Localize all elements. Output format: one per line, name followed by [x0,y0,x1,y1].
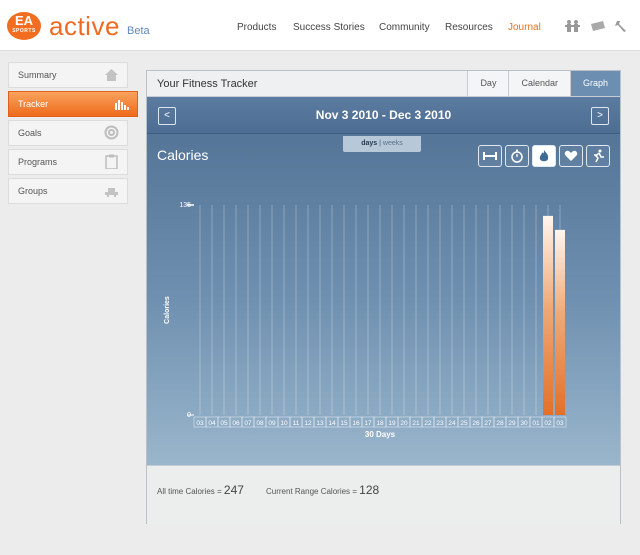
tab-graph[interactable]: Graph [569,71,620,96]
x-tick-label: 11 [293,420,300,427]
x-tick-label: 25 [460,420,468,427]
top-header: EA SPORTS active Beta Products Success S… [0,0,640,51]
x-tick-label: 05 [220,420,228,427]
panel-header: Your Fitness Tracker Day Calendar Graph [147,71,620,97]
range-value: 128 [359,483,380,497]
x-tick-label: 15 [340,420,348,427]
x-tick-label: 10 [280,420,288,427]
chart-bars [543,215,565,415]
clipboard-icon [105,154,118,169]
x-tick-label: 14 [328,420,336,427]
x-tick-label: 02 [544,420,552,427]
x-tick-label: 09 [268,420,276,427]
x-tick-label: 18 [376,420,384,427]
sidebar-item-programs[interactable]: Programs [8,149,128,175]
x-tick-label: 03 [196,420,204,427]
bar-chart-icon [115,100,129,110]
x-tick-label: 03 [556,420,564,427]
y-zero-label: 0 [187,412,191,419]
logo-text: EA [14,13,34,28]
x-tick-label: 26 [472,420,480,427]
x-tick-label: 19 [388,420,396,427]
tab-calendar[interactable]: Calendar [508,71,570,96]
x-tick-label: 27 [484,420,492,427]
calorie-stats: All time Calories = 247 Current Range Ca… [147,465,620,524]
all-time-label: All time Calories = [157,487,222,496]
view-tabs: Day Calendar Graph [467,71,620,96]
x-tick-label: 17 [364,420,372,427]
sidebar-item-label: Groups [18,186,48,196]
calories-chart: 03 04 05 06 07 08 09 10 11 12 13 14 15 16 17 18 19 20 21 22… [164,202,567,439]
logo-subtext: SPORTS [12,28,36,34]
x-tick-label: 06 [232,420,240,427]
x-tick-label: 23 [436,420,444,427]
x-tick-label: 22 [424,420,432,427]
range-calories: Current Range Calories = 128 [266,483,379,497]
brand-name[interactable]: active [49,11,120,42]
group-icon [105,188,118,197]
x-tick-label: 07 [244,420,252,427]
sidebar-item-goals[interactable]: Goals [8,120,128,146]
x-tick-label: 13 [316,420,324,427]
fitness-tracker-panel: Your Fitness Tracker Day Calendar Graph … [146,70,621,524]
x-tick-label: 28 [496,420,504,427]
x-axis-label: 30 Days [365,430,396,439]
sidebar-item-summary[interactable]: Summary [8,62,128,88]
chart-area: < Nov 3 2010 - Dec 3 2010 > days | weeks… [147,97,620,465]
beta-tag: Beta [127,25,150,37]
y-axis-label: Calories [164,296,171,324]
all-time-value: 247 [223,483,244,497]
ea-sports-logo[interactable]: EA SPORTS [7,12,41,40]
sidebar-item-label: Programs [18,157,58,167]
people-icon[interactable] [564,19,582,33]
range-label: Current Range Calories = [266,487,357,496]
tab-day[interactable]: Day [467,71,509,96]
nav-journal[interactable]: Journal [508,22,541,33]
home-icon [105,69,118,81]
nav-resources[interactable]: Resources [445,22,493,33]
sidebar-item-tracker[interactable]: Tracker [8,91,138,117]
nav-community[interactable]: Community [379,22,430,33]
chart-gridlines [199,205,561,415]
x-tick-label: 16 [352,420,360,427]
x-tick-label: 08 [256,420,264,427]
x-tick-label: 21 [412,420,420,427]
target-icon [104,125,119,140]
nav-success-stories[interactable]: Success Stories [293,22,365,33]
bar-31[interactable] [555,229,565,415]
sidebar-item-label: Goals [18,128,42,138]
panel-title: Your Fitness Tracker [157,78,258,90]
bar-30[interactable] [543,215,553,415]
y-max-label: 135 [179,202,191,209]
sidebar-item-groups[interactable]: Groups [8,178,128,204]
x-tick-label: 29 [508,420,516,427]
nav-products[interactable]: Products [237,22,276,33]
all-time-calories: All time Calories = 247 [157,483,244,497]
sidebar-item-label: Summary [18,70,57,80]
x-tick-label: 24 [448,420,456,427]
x-tick-label: 04 [208,420,216,427]
x-tick-label: 12 [304,420,312,427]
x-tick-label: 01 [532,420,540,427]
x-tick-label: 20 [400,420,408,427]
wrench-icon[interactable] [613,19,631,33]
x-tick-label: 30 [520,420,528,427]
card-icon[interactable] [589,19,607,33]
chart-x-tick-labels: 03 04 05 06 07 08 09 10 11 12 13 14 15 16 17 18 19 20 21 22… [193,416,567,428]
sidebar-item-label: Tracker [18,99,49,109]
sidebar: Summary Tracker Goals Programs Groups [8,62,138,207]
